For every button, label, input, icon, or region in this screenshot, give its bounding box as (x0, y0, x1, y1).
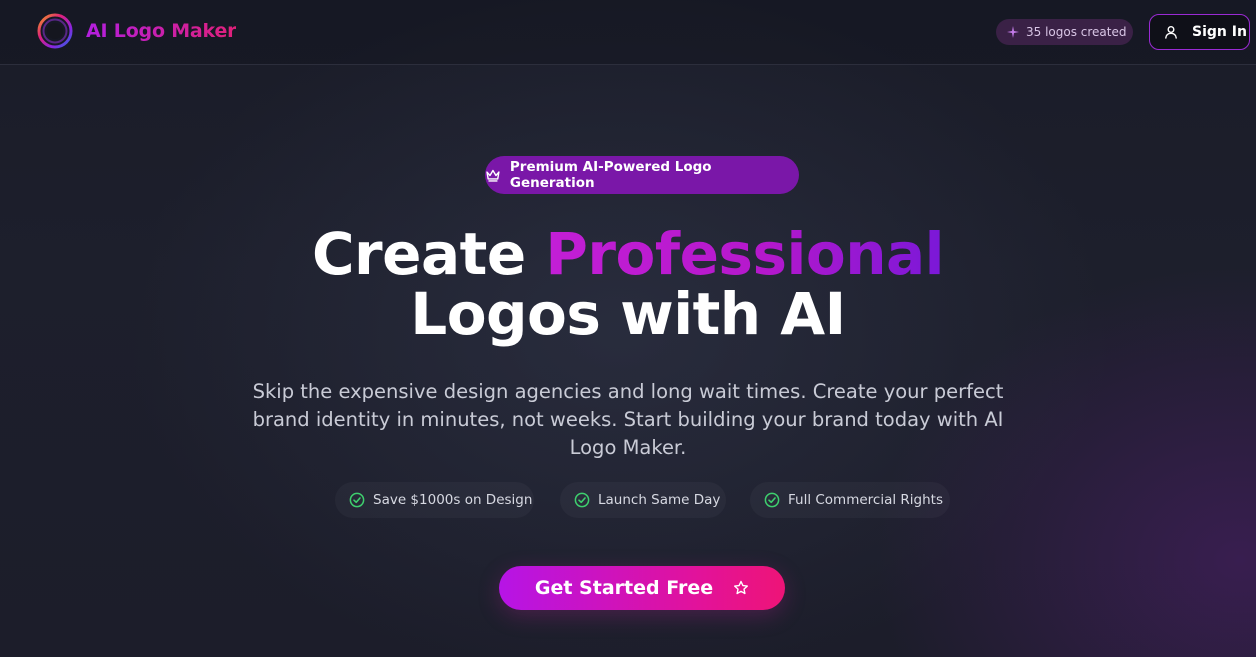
get-started-label: Get Started Free (534, 577, 714, 599)
hero-subheading: Skip the expensive design agencies and l… (252, 380, 1004, 459)
user-icon (1165, 26, 1177, 39)
sparkles-icon (1007, 26, 1019, 38)
headline-highlight: Professional (545, 220, 945, 288)
check-circle-icon (764, 492, 780, 508)
ring-logo-icon (37, 13, 73, 49)
premium-badge: Premium AI-Powered Logo Generation (485, 156, 799, 194)
crown-icon (486, 169, 500, 182)
premium-badge-label: Premium AI-Powered Logo Generation (509, 159, 712, 191)
feature-item: Full Commercial Rights (750, 482, 950, 518)
feature-label: Save $1000s on Design (373, 492, 533, 508)
logos-created-badge: 35 logos created (996, 19, 1133, 45)
feature-label: Launch Same Day (598, 492, 721, 508)
top-header: AI Logo Maker 35 logos created Sign In (0, 0, 1256, 65)
brand-name: AI Logo Maker (86, 20, 237, 42)
check-circle-icon (574, 492, 590, 508)
hero-headline: Create Professional Logos with AI (0, 224, 1256, 344)
feature-label: Full Commercial Rights (788, 492, 943, 508)
sign-in-label: Sign In (1192, 24, 1247, 40)
headline-part-1: Create (311, 220, 546, 288)
feature-item: Save $1000s on Design (335, 482, 534, 518)
star-icon (734, 580, 749, 595)
headline-part-2: Logos with AI (410, 280, 846, 348)
feature-item: Launch Same Day (560, 482, 726, 518)
logos-created-text: 35 logos created (1026, 25, 1127, 39)
sign-in-button[interactable]: Sign In (1149, 14, 1250, 50)
brand[interactable]: AI Logo Maker (37, 13, 237, 49)
get-started-button[interactable]: Get Started Free (499, 566, 785, 610)
check-circle-icon (349, 492, 365, 508)
feature-list: Save $1000s on Design Launch Same Day Fu… (0, 482, 1256, 518)
